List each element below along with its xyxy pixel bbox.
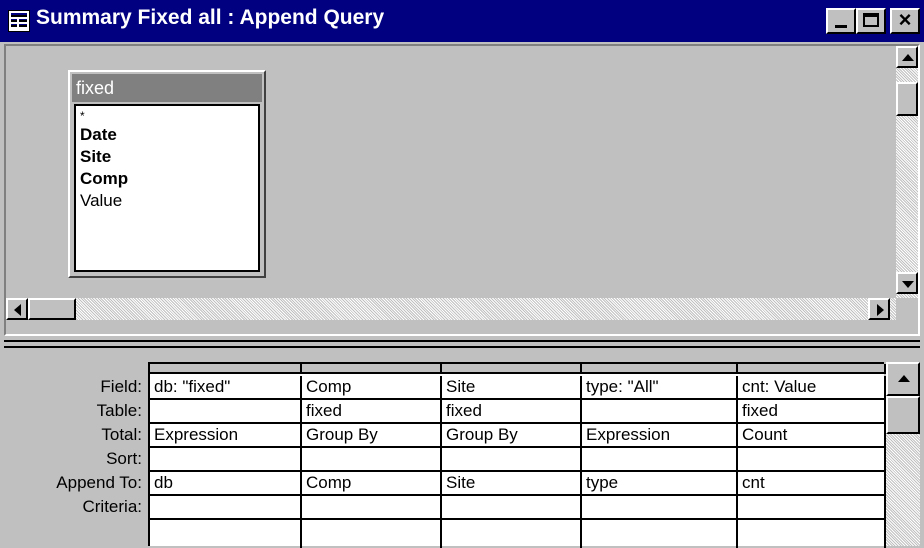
table-cell[interactable] — [582, 400, 736, 424]
criteria-cell[interactable] — [442, 496, 580, 520]
total-cell[interactable]: Expression — [150, 424, 300, 448]
field-list-item-value[interactable]: Value — [80, 190, 258, 212]
scroll-left-button[interactable] — [6, 298, 28, 320]
table-pane-vertical-scrollbar[interactable] — [896, 46, 918, 298]
total-cell[interactable]: Count — [738, 424, 884, 448]
append-to-cell[interactable]: db — [150, 472, 300, 496]
field-cell[interactable]: type: "All" — [582, 376, 736, 400]
table-cell[interactable]: fixed — [738, 400, 884, 424]
query-design-grid[interactable]: db: "fixed" Expression db Comp fixed Gro… — [148, 362, 886, 548]
sort-cell[interactable] — [302, 448, 440, 472]
grid-column-1: db: "fixed" Expression db — [150, 376, 302, 548]
arrow-down-icon — [902, 281, 914, 288]
sort-cell[interactable] — [150, 448, 300, 472]
append-to-cell[interactable]: Site — [442, 472, 580, 496]
column-selector-1[interactable] — [150, 364, 302, 374]
maximize-icon — [863, 13, 879, 27]
arrow-up-icon — [902, 54, 914, 61]
query-window-icon[interactable] — [8, 10, 30, 32]
sort-cell[interactable] — [442, 448, 580, 472]
append-to-cell[interactable]: Comp — [302, 472, 440, 496]
field-list-item-site[interactable]: Site — [80, 146, 258, 168]
total-cell[interactable]: Group By — [442, 424, 580, 448]
column-selector-5[interactable] — [738, 364, 886, 374]
close-icon: × — [898, 7, 912, 32]
row-label-sort: Sort: — [106, 449, 142, 468]
scroll-up-button[interactable] — [896, 46, 918, 68]
maximize-button[interactable] — [856, 8, 886, 34]
total-cell[interactable]: Group By — [302, 424, 440, 448]
field-list-fixed[interactable]: fixed * Date Site Comp Value — [68, 70, 266, 278]
row-label-field: Field: — [100, 377, 142, 396]
size-box — [896, 298, 918, 320]
grid-vertical-scroll-thumb[interactable] — [886, 396, 920, 434]
grid-scroll-up-button[interactable] — [886, 362, 920, 396]
field-list-title[interactable]: fixed — [72, 74, 262, 102]
field-cell[interactable]: Site — [442, 376, 580, 400]
column-selector-3[interactable] — [442, 364, 582, 374]
field-cell[interactable]: Comp — [302, 376, 440, 400]
arrow-up-icon — [898, 375, 910, 382]
sort-cell[interactable] — [738, 448, 884, 472]
criteria-cell[interactable] — [302, 496, 440, 520]
window-title: Summary Fixed all : Append Query — [36, 6, 385, 29]
append-to-cell[interactable]: cnt — [738, 472, 884, 496]
minimize-icon — [835, 25, 847, 28]
grid-column-5: cnt: Value fixed Count cnt — [738, 376, 886, 548]
scroll-down-button[interactable] — [896, 272, 918, 294]
horizontal-scroll-thumb[interactable] — [28, 298, 76, 320]
column-selectors — [150, 364, 886, 374]
title-bar[interactable]: Summary Fixed all : Append Query × — [0, 0, 924, 42]
total-cell[interactable]: Expression — [582, 424, 736, 448]
table-cell[interactable]: fixed — [442, 400, 580, 424]
criteria-cell[interactable] — [582, 496, 736, 520]
table-pane-horizontal-scrollbar[interactable] — [6, 298, 896, 320]
design-grid-pane: Field: Table: Total: Sort: Append To: Cr… — [4, 352, 920, 548]
field-list-body[interactable]: * Date Site Comp Value — [74, 104, 260, 272]
grid-row-labels: Field: Table: Total: Sort: Append To: Cr… — [4, 376, 146, 520]
grid-column-2: Comp fixed Group By Comp — [302, 376, 442, 548]
field-list-item-date[interactable]: Date — [80, 124, 258, 146]
row-label-append-to: Append To: — [56, 473, 142, 492]
append-to-cell[interactable]: type — [582, 472, 736, 496]
grid-column-4: type: "All" Expression type — [582, 376, 738, 548]
minimize-button[interactable] — [826, 8, 856, 34]
arrow-left-icon — [14, 304, 21, 316]
field-cell[interactable]: cnt: Value — [738, 376, 884, 400]
grid-vertical-scrollbar[interactable] — [886, 362, 920, 546]
arrow-right-icon — [877, 304, 884, 316]
field-list-item-comp[interactable]: Comp — [80, 168, 258, 190]
row-label-table: Table: — [96, 401, 142, 420]
column-selector-2[interactable] — [302, 364, 442, 374]
criteria-cell[interactable] — [150, 496, 300, 520]
close-button[interactable]: × — [890, 8, 920, 34]
scroll-right-button[interactable] — [868, 298, 890, 320]
row-label-total: Total: — [101, 425, 142, 444]
row-label-criteria: Criteria: — [82, 497, 142, 516]
field-cell[interactable]: db: "fixed" — [150, 376, 300, 400]
query-design-window: Summary Fixed all : Append Query × fixed… — [0, 0, 924, 548]
table-pane[interactable]: fixed * Date Site Comp Value — [4, 44, 920, 336]
sort-cell[interactable] — [582, 448, 736, 472]
pane-splitter[interactable] — [4, 340, 920, 348]
column-selector-4[interactable] — [582, 364, 738, 374]
vertical-scroll-thumb[interactable] — [896, 82, 918, 116]
field-list-item-all[interactable]: * — [80, 108, 258, 124]
grid-column-3: Site fixed Group By Site — [442, 376, 582, 548]
criteria-cell[interactable] — [738, 496, 884, 520]
table-cell[interactable] — [150, 400, 300, 424]
table-cell[interactable]: fixed — [302, 400, 440, 424]
